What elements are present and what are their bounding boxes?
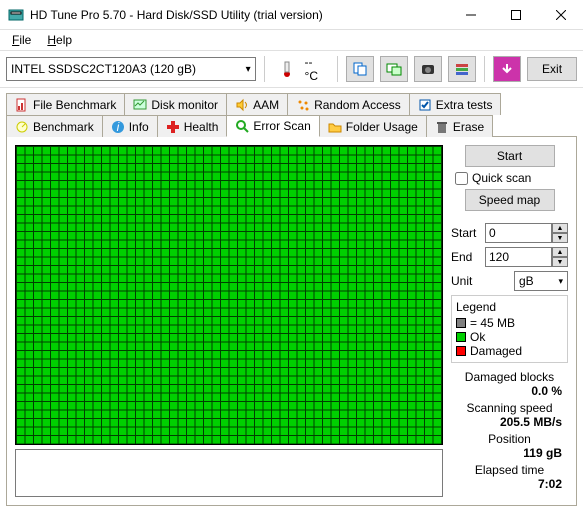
legend-ok-icon <box>456 332 466 342</box>
tab-file-benchmark[interactable]: File Benchmark <box>6 93 125 115</box>
end-label: End <box>451 250 481 264</box>
tab-extra-tests[interactable]: Extra tests <box>409 93 502 115</box>
options-button[interactable] <box>448 56 476 82</box>
menu-help[interactable]: Help <box>41 31 78 49</box>
tab-random-access[interactable]: Random Access <box>287 93 410 115</box>
close-button[interactable] <box>538 0 583 30</box>
end-spinner[interactable]: ▲▼ <box>485 247 568 267</box>
toolbar: INTEL SSDSC2CT120A3 (120 gB) ▾ -- °C Exi… <box>0 50 583 88</box>
unit-select[interactable]: gB ▾ <box>514 271 568 291</box>
dropdown-icon: ▾ <box>558 276 563 287</box>
end-input[interactable] <box>485 247 552 267</box>
svg-text:i: i <box>116 120 119 134</box>
exit-button[interactable]: Exit <box>527 57 577 81</box>
tab-health[interactable]: Health <box>157 115 228 137</box>
copy-info-button[interactable] <box>346 56 374 82</box>
drive-label: INTEL SSDSC2CT120A3 (120 gB) <box>11 62 196 76</box>
temperature-value: -- °C <box>305 55 330 83</box>
down-icon[interactable]: ▼ <box>552 233 568 243</box>
menu-file[interactable]: File <box>6 31 37 49</box>
dropdown-icon: ▾ <box>246 64 251 75</box>
tab-content: Start Quick scan Speed map Start ▲▼ End … <box>6 136 577 506</box>
position-value: 119 gB <box>451 446 568 460</box>
scan-grid <box>15 145 443 445</box>
start-scan-button[interactable]: Start <box>465 145 555 167</box>
start-spinner[interactable]: ▲▼ <box>485 223 568 243</box>
save-screenshot-button[interactable] <box>414 56 442 82</box>
title-bar: HD Tune Pro 5.70 - Hard Disk/SSD Utility… <box>0 0 583 30</box>
tab-disk-monitor[interactable]: Disk monitor <box>124 93 227 115</box>
tab-benchmark[interactable]: Benchmark <box>6 115 103 137</box>
speed-map-button[interactable]: Speed map <box>465 189 555 211</box>
log-box <box>15 449 443 497</box>
drive-select[interactable]: INTEL SSDSC2CT120A3 (120 gB) ▾ <box>6 57 256 81</box>
app-icon <box>8 7 24 23</box>
minimize-button[interactable] <box>448 0 493 30</box>
start-input[interactable] <box>485 223 552 243</box>
legend-block-icon <box>456 318 466 328</box>
speed-value: 205.5 MB/s <box>451 415 568 429</box>
legend-damaged-icon <box>456 346 466 356</box>
copy-screenshot-button[interactable] <box>380 56 408 82</box>
tab-erase[interactable]: Erase <box>426 115 493 137</box>
temperature <box>273 56 301 82</box>
elapsed-value: 7:02 <box>451 477 568 491</box>
tab-error-scan[interactable]: Error Scan <box>226 115 319 137</box>
unit-label: Unit <box>451 274 481 288</box>
maximize-button[interactable] <box>493 0 538 30</box>
up-icon[interactable]: ▲ <box>552 247 568 257</box>
quick-scan-input[interactable] <box>455 172 468 185</box>
tabs-row-2: Benchmark iInfo Health Error Scan Folder… <box>6 114 577 136</box>
stats: Damaged blocks 0.0 % Scanning speed 205.… <box>451 367 568 491</box>
tab-folder-usage[interactable]: Folder Usage <box>319 115 427 137</box>
up-icon[interactable]: ▲ <box>552 223 568 233</box>
quick-scan-checkbox[interactable]: Quick scan <box>451 171 568 185</box>
legend: Legend = 45 MB Ok Damaged <box>451 295 568 363</box>
tab-info[interactable]: iInfo <box>102 115 158 137</box>
start-label: Start <box>451 226 481 240</box>
down-icon[interactable]: ▼ <box>552 257 568 267</box>
window-title: HD Tune Pro 5.70 - Hard Disk/SSD Utility… <box>30 8 448 22</box>
save-button[interactable] <box>493 56 521 82</box>
damaged-value: 0.0 % <box>451 384 568 398</box>
menu-bar: File Help <box>0 30 583 50</box>
tab-aam[interactable]: AAM <box>226 93 288 115</box>
tabs-row-1: File Benchmark Disk monitor AAM Random A… <box>6 92 577 114</box>
